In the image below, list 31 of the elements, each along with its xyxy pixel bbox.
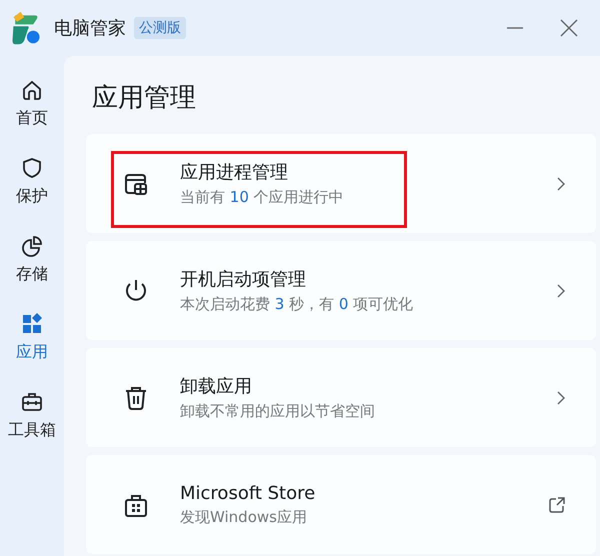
- card-subtitle: 发现Windows应用: [180, 508, 308, 526]
- toolbox-icon: [20, 390, 44, 414]
- window-title: 电脑管家: [54, 17, 126, 40]
- chevron-right-icon: [556, 284, 566, 298]
- sidebar-item[interactable]: 工具箱: [0, 390, 64, 468]
- card-subtitle: 当前有 10 个应用进行中: [180, 188, 345, 207]
- sidebar-item[interactable]: 首页: [0, 78, 64, 156]
- close-icon: [559, 18, 579, 38]
- menu-card[interactable]: 应用进程管理 当前有 10 个应用进行中: [86, 134, 596, 233]
- minimize-icon: [506, 27, 524, 29]
- home-icon: [20, 78, 44, 102]
- card-title: 开机启动项管理: [180, 268, 307, 291]
- pie-chart-icon: [20, 234, 44, 258]
- shield-icon: [20, 156, 44, 180]
- card-title: 应用进程管理: [180, 161, 289, 184]
- sidebar-item[interactable]: 保护: [0, 156, 64, 234]
- sidebar-item[interactable]: 存储: [0, 234, 64, 312]
- card-title: Microsoft Store: [180, 482, 316, 504]
- chevron-right-icon: [556, 390, 566, 404]
- card-title: 卸载应用: [180, 375, 253, 398]
- beta-badge: 公测版: [134, 17, 186, 39]
- chevron-right-icon: [556, 176, 566, 190]
- page-heading: 应用管理: [92, 82, 197, 115]
- external-link-icon: [548, 496, 566, 514]
- menu-card[interactable]: Microsoft Store 发现Windows应用: [86, 455, 596, 554]
- menu-card[interactable]: 开机启动项管理 本次启动花费 3 秒，有 0 项可优化: [86, 241, 596, 340]
- apps-icon: [20, 312, 44, 336]
- card-subtitle: 本次启动花费 3 秒，有 0 项可优化: [180, 295, 414, 314]
- sidebar-item[interactable]: 应用: [0, 312, 64, 390]
- menu-card[interactable]: 卸载应用 卸载不常用的应用以节省空间: [86, 348, 596, 447]
- card-subtitle: 卸载不常用的应用以节省空间: [180, 402, 376, 421]
